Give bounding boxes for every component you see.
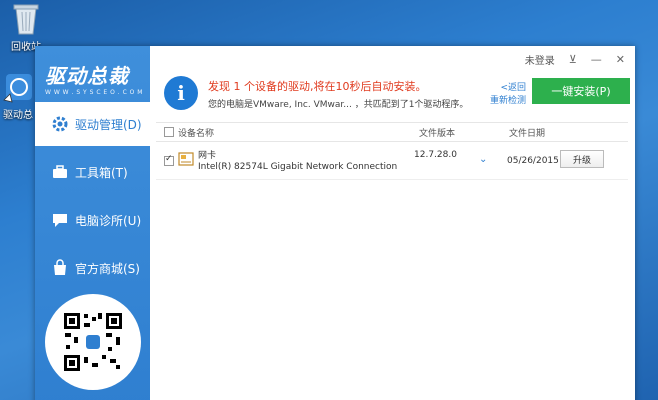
chat-icon (51, 211, 69, 229)
rescan-link-label[interactable]: 重新检测 (484, 95, 526, 108)
sidebar: 驱动总裁 W W W . S Y S C E O . C O M 驱动管理(D)… (35, 46, 150, 400)
sidebar-item-label: 电脑诊所(U) (75, 213, 142, 228)
sidebar-item-label: 工具箱(T) (75, 165, 128, 180)
scan-result-banner: i 发现 1 个设备的驱动,将在10秒后自动安装。 您的电脑是VMware, I… (164, 76, 630, 114)
main-panel: 未登录 ⊻ — ✕ i 发现 1 个设备的驱动,将在10秒后自动安装。 您的电脑… (150, 46, 635, 400)
app-logo: 驱动总裁 W W W . S Y S C E O . C O M (45, 60, 145, 96)
driver-app-icon (2, 70, 34, 104)
sidebar-item-toolbox[interactable]: 工具箱(T) (35, 150, 150, 194)
gear-icon (51, 115, 69, 133)
toolbox-icon (51, 163, 69, 181)
device-name: Intel(R) 82574L Gigabit Network Connecti… (198, 162, 398, 172)
sidebar-item-driver-manage[interactable]: 驱动管理(D) (35, 102, 150, 146)
back-rescan-link[interactable]: <返回 重新检测 (484, 82, 526, 108)
table-header: 设备名称 文件版本 文件日期 (156, 122, 628, 142)
chevron-down-icon[interactable]: ⌄ (479, 154, 487, 165)
driver-table: 设备名称 文件版本 文件日期 网卡 Intel(R) 82574L Gigabi… (156, 122, 628, 180)
file-date: 05/26/2015 (507, 156, 559, 166)
logo-url: W W W . S Y S C E O . C O M (45, 89, 143, 96)
back-link-label[interactable]: <返回 (484, 82, 526, 95)
network-card-icon (178, 152, 194, 166)
sidebar-item-label: 官方商城(S) (75, 261, 140, 276)
scan-result-subtitle: 您的电脑是VMware, Inc. VMwar... ，共匹配到了1个驱动程序。 (208, 100, 469, 110)
minimize-button[interactable]: — (591, 53, 602, 66)
bag-icon (51, 259, 69, 277)
header-file-version: 文件版本 (419, 128, 456, 139)
upgrade-button[interactable]: 升级 (560, 150, 604, 168)
one-click-install-button[interactable]: 一键安装(P) (532, 78, 630, 104)
info-icon: i (164, 76, 198, 110)
sidebar-item-pc-clinic[interactable]: 电脑诊所(U) (35, 198, 150, 242)
close-button[interactable]: ✕ (616, 53, 625, 66)
sidebar-item-label: 驱动管理(D) (75, 117, 142, 132)
table-row: 网卡 Intel(R) 82574L Gigabit Network Conne… (156, 142, 628, 180)
login-status[interactable]: 未登录 (525, 52, 555, 67)
header-device-name: 设备名称 (178, 128, 215, 139)
pin-button[interactable]: ⊻ (569, 53, 577, 66)
select-all-checkbox[interactable] (164, 127, 174, 137)
qr-code-image (62, 311, 124, 373)
scan-result-title: 发现 1 个设备的驱动,将在10秒后自动安装。 (208, 80, 427, 93)
device-type: 网卡 (198, 151, 217, 161)
sidebar-item-official-store[interactable]: 官方商城(S) (35, 246, 150, 290)
logo-text: 驱动总裁 (45, 64, 129, 88)
header-file-date: 文件日期 (509, 128, 546, 139)
driver-app-window: 驱动总裁 W W W . S Y S C E O . C O M 驱动管理(D)… (35, 46, 635, 400)
qr-code-bubble (45, 294, 141, 390)
recycle-bin-icon (10, 2, 42, 36)
file-version: 12.7.28.0 (414, 150, 457, 160)
row-checkbox[interactable] (164, 154, 174, 166)
title-bar-controls: 未登录 ⊻ — ✕ (525, 52, 625, 67)
